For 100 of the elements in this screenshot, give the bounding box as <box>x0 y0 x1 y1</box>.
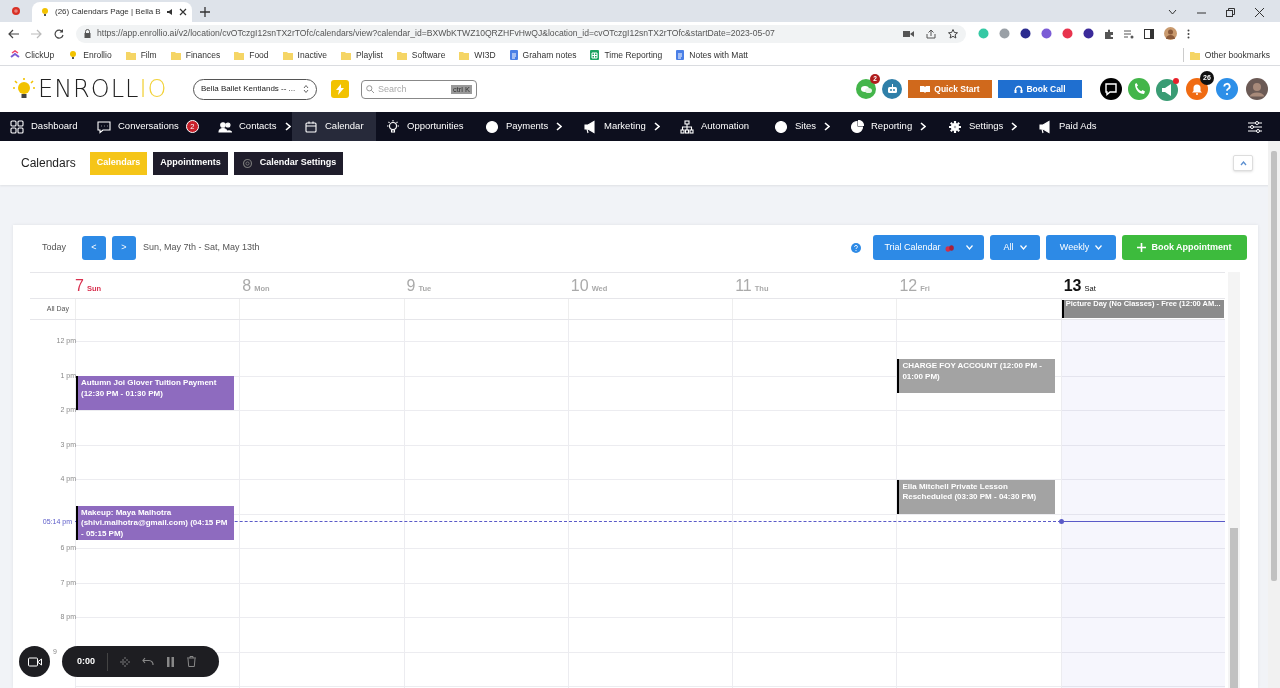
nav-item[interactable]: Marketing <box>583 112 660 141</box>
scrollbar[interactable] <box>1268 141 1280 688</box>
document-icon <box>676 50 685 60</box>
search-icon <box>366 85 374 93</box>
address-bar[interactable]: https://app.enrollio.ai/v2/location/cvOTczgI12snTX2rTOfc/calendars/view?calendar_id=BXWbKTWZ10QRZHFvHwQJ&location_id=cvOTczgI12snTX2rTOfc&startDate=2023-05-07 <box>76 24 966 43</box>
folder-icon <box>234 50 245 60</box>
chat-icon <box>860 84 872 94</box>
bookmark[interactable]: Inactive <box>282 48 327 62</box>
nav-item[interactable]: Calendar <box>292 112 376 141</box>
help-icon[interactable] <box>1216 78 1238 100</box>
lock-icon <box>84 29 91 38</box>
extension-icon[interactable] <box>1041 28 1052 39</box>
close-icon[interactable] <box>1255 7 1264 17</box>
bulb-icon <box>40 7 50 17</box>
book-icon <box>920 85 931 93</box>
nav-item[interactable]: Settings <box>948 112 1018 141</box>
logo-text: ENROLLIO <box>38 74 168 105</box>
close-icon[interactable] <box>178 8 187 16</box>
media-icon[interactable] <box>1124 28 1134 39</box>
record-icon <box>11 6 21 16</box>
folder-icon <box>1189 50 1200 60</box>
bulb-logo-icon <box>12 77 36 101</box>
extension-icon[interactable] <box>1083 28 1094 39</box>
tab-title: (26) Calendars Page | Bella B <box>55 6 161 18</box>
bookmark[interactable]: Enrollio <box>68 48 112 62</box>
grid-dots-icon[interactable] <box>120 656 130 667</box>
next-week-button[interactable]: > <box>112 235 136 260</box>
browser-tab[interactable]: (26) Calendars Page | Bella B <box>32 2 192 22</box>
book-call-button[interactable]: Book Call <box>998 80 1082 98</box>
headset-icon <box>1014 84 1024 94</box>
calendar-event[interactable]: Autumn Joi Glover Tuition Payment (12:30 PM - 01:30 PM) <box>76 376 234 411</box>
nav-item[interactable]: Payments <box>485 112 563 141</box>
spreadsheet-icon <box>590 50 600 60</box>
nav-item[interactable]: Paid Ads <box>1038 112 1097 141</box>
bookmark[interactable]: Notes with Matt <box>676 48 748 62</box>
calendar-event[interactable]: Makeup: Maya Malhotra (shivi.malhotra@gmail.com) (04:15 PM - 05:15 PM) <box>76 505 234 540</box>
robot-icon <box>886 84 898 94</box>
bookmark[interactable]: Playlist <box>340 48 383 62</box>
video-camera-icon <box>27 656 42 667</box>
back-icon[interactable] <box>8 28 19 39</box>
notifications-button[interactable] <box>1186 78 1208 100</box>
extension-icon[interactable] <box>1020 28 1031 39</box>
chat-button[interactable] <box>856 79 876 99</box>
bookmark[interactable]: Time Reporting <box>590 48 663 62</box>
chat-bubble-icon[interactable] <box>1100 78 1122 100</box>
bell-icon <box>1192 83 1202 95</box>
share-icon[interactable] <box>926 28 936 39</box>
date-range: Sun, May 7th - Sat, May 13th <box>143 240 260 254</box>
filter-select[interactable]: All <box>990 235 1040 260</box>
bookmark[interactable]: ClickUp <box>10 48 55 62</box>
chevron-down-icon[interactable] <box>1168 9 1177 15</box>
site-icon <box>10 50 20 60</box>
help-icon <box>851 242 861 253</box>
lightning-icon <box>336 83 344 95</box>
bookmark[interactable]: Graham notes <box>509 48 577 62</box>
megaphone-icon[interactable] <box>1156 77 1180 101</box>
scrollbar[interactable] <box>1228 272 1240 688</box>
nav-item[interactable]: Dashboard <box>10 112 78 141</box>
quick-start-button[interactable]: Quick Start <box>908 80 992 98</box>
profile-avatar-icon[interactable] <box>1164 27 1177 40</box>
bookmark[interactable]: Finances <box>170 48 221 62</box>
filter-sliders-icon[interactable] <box>1248 120 1262 133</box>
bookmark[interactable]: Film <box>125 48 157 62</box>
nav-item[interactable]: Sites <box>774 112 831 141</box>
page-tab[interactable]: Calendar Settings <box>233 151 344 175</box>
nav-item[interactable]: Automation <box>680 112 750 141</box>
nav-item[interactable]: Contacts <box>218 112 291 141</box>
bookmark-folder[interactable]: Other bookmarks <box>1189 48 1270 62</box>
bookmark[interactable]: WI3D <box>459 48 496 62</box>
today-button[interactable]: Today <box>30 240 82 255</box>
undo-icon[interactable] <box>142 657 154 666</box>
nav-item[interactable]: Reporting <box>850 112 927 141</box>
pause-icon[interactable] <box>166 656 175 667</box>
more-icon[interactable] <box>1187 28 1190 39</box>
bot-button[interactable] <box>882 79 902 99</box>
bookmark[interactable]: Software <box>396 48 446 62</box>
megaphone-icon <box>583 119 597 134</box>
page-tab[interactable]: Appointments <box>153 151 228 175</box>
document-icon <box>509 50 518 60</box>
puzzle-icon[interactable] <box>1104 28 1114 39</box>
star-icon[interactable] <box>948 28 958 39</box>
people-icon <box>218 119 232 134</box>
new-tab-icon[interactable] <box>200 7 210 17</box>
side-panel-icon[interactable] <box>1144 28 1154 39</box>
avatar-icon[interactable] <box>1246 78 1268 100</box>
bookmark[interactable]: Food <box>234 48 269 62</box>
restore-icon[interactable] <box>1226 7 1235 17</box>
trash-icon[interactable] <box>187 656 196 667</box>
chevron-down-icon <box>1095 245 1103 250</box>
view-select[interactable]: Weekly <box>1046 235 1116 260</box>
folder-icon <box>396 50 407 60</box>
folder-icon <box>125 50 136 60</box>
reload-icon[interactable] <box>54 28 64 39</box>
calendar-select[interactable]: Trial Calendar <box>873 235 984 260</box>
page-title: Calendars <box>21 155 76 172</box>
phone-icon[interactable] <box>1128 78 1150 100</box>
speaker-icon <box>165 8 174 16</box>
nav-item[interactable]: Opportunities <box>386 112 464 141</box>
chat-icon <box>97 119 111 134</box>
previous-week-button[interactable]: < <box>82 235 106 260</box>
